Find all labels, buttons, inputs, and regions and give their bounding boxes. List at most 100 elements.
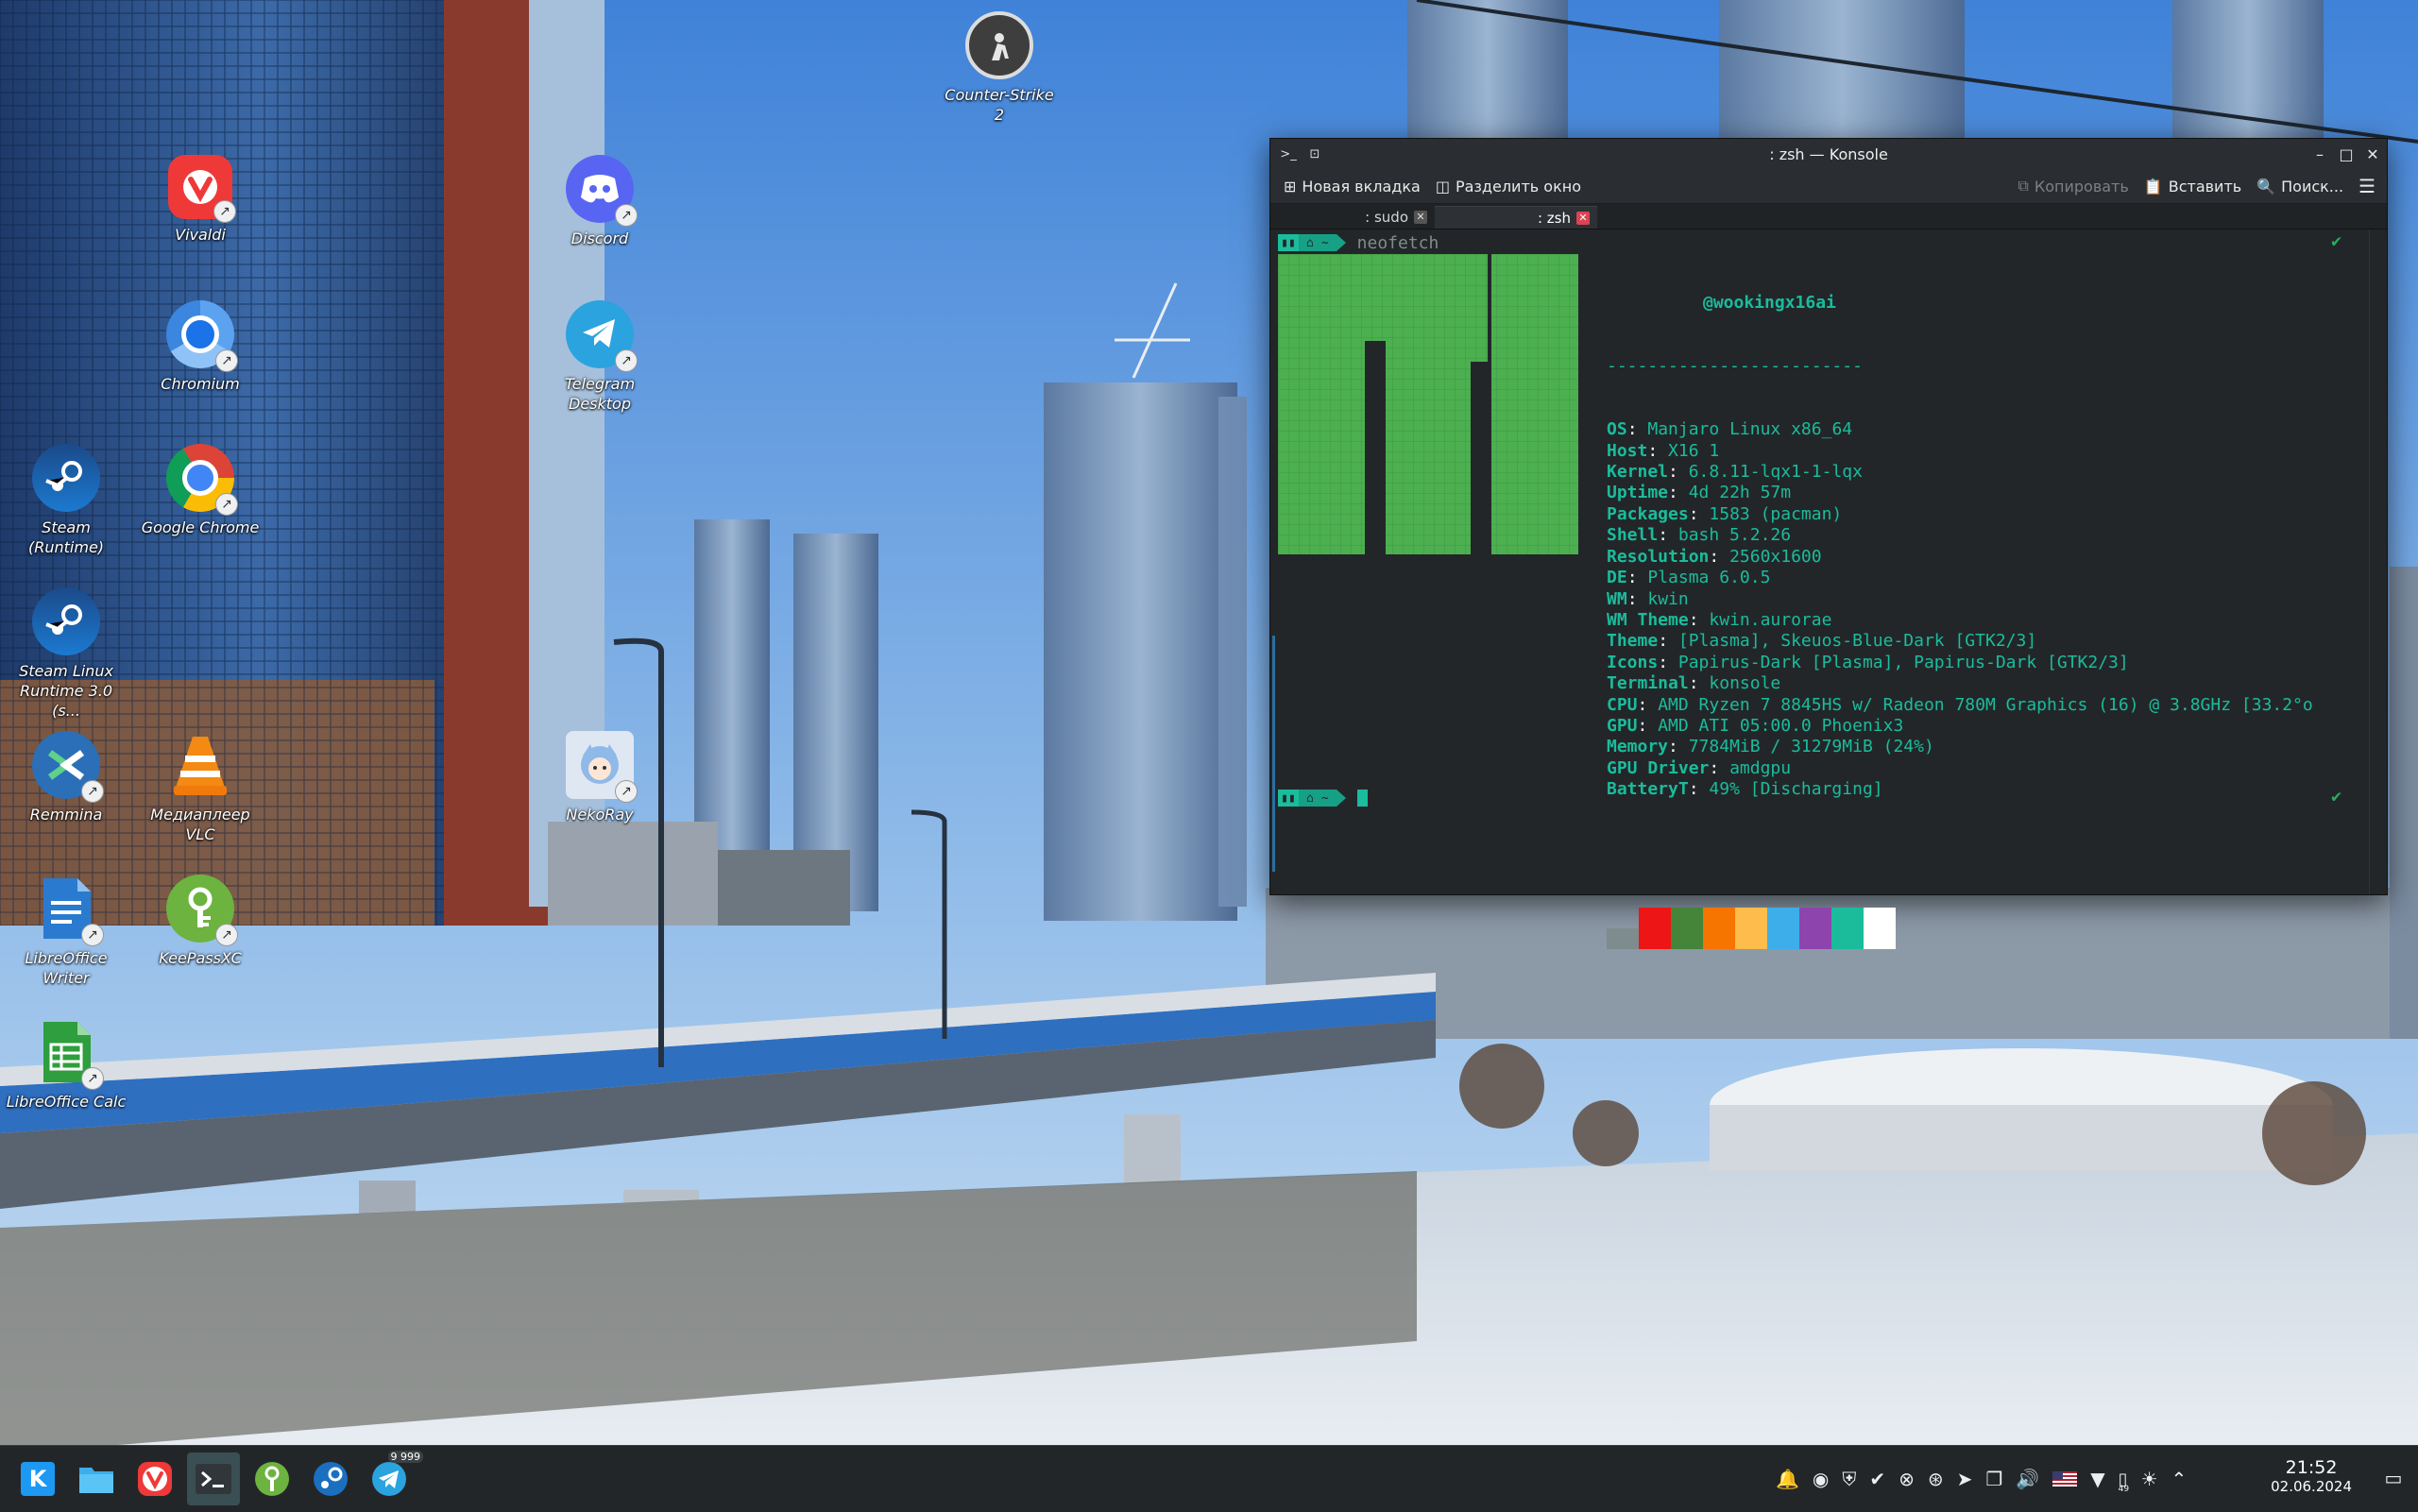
volume-icon[interactable]: 🔊 [2016, 1468, 2039, 1490]
window-titlebar[interactable]: >_ ⊡ : zsh — Konsole – □ ✕ [1270, 139, 2387, 169]
tab-label: : sudo [1365, 209, 1408, 226]
paste-button[interactable]: 📋 Вставить [2137, 172, 2249, 200]
info-key: GPU Driver [1607, 757, 1710, 778]
konsole-window[interactable]: >_ ⊡ : zsh — Konsole – □ ✕ ⊞ Новая вклад… [1269, 138, 2388, 950]
split-view-button[interactable]: ◫ Разделить окно [1428, 172, 1589, 200]
vpn-shield-icon[interactable]: ⛨ [1842, 1468, 1856, 1490]
tab-label: : zsh [1537, 209, 1571, 227]
tab-close-icon[interactable]: ✕ [1414, 211, 1427, 224]
show-desktop-button[interactable]: ▭ [2380, 1465, 2407, 1491]
neofetch-info-line: Icons: Papirus-Dark [Plasma], Papirus-Da… [1607, 652, 2129, 672]
info-key: Packages [1607, 503, 1689, 524]
konsole-toolbar: ⊞ Новая вкладка ◫ Разделить окно ⧉ Копир… [1270, 169, 2387, 204]
desktop-icon-keepassxc[interactable]: ↗ KeePassXC [139, 875, 262, 968]
desktop-icon-label: Vivaldi [175, 226, 226, 244]
taskbar-vivaldi[interactable] [128, 1453, 181, 1505]
clock-date: 02.06.2024 [2271, 1478, 2352, 1495]
desktop-icon-discord[interactable]: ↗ Discord [538, 155, 661, 248]
taskbar-steam[interactable] [304, 1453, 357, 1505]
copy-button[interactable]: ⧉ Копировать [2010, 172, 2136, 200]
updates-check-icon[interactable]: ✔ [1869, 1468, 1885, 1490]
terminal-area[interactable]: ▮▮ ⌂ ~ neofetch ✔ @wookingx16ai ---------… [1270, 229, 2370, 950]
info-value: konsole [1709, 673, 1781, 694]
desktop-icon-label: LibreOffice Writer [25, 949, 108, 987]
tab-zsh[interactable]: : zsh ✕ [1435, 206, 1597, 229]
neofetch-info-line: OS: Manjaro Linux x86_64 [1607, 419, 1853, 440]
keepassxc-icon: ↗ [166, 875, 238, 946]
desktop-icon-label: KeePassXC [159, 949, 242, 967]
info-key: CPU [1607, 694, 1638, 715]
paste-label: Вставить [2168, 177, 2242, 195]
minimize-button[interactable]: – [2309, 144, 2330, 163]
system-tray: 🔔 ◉ ⛨ ✔ ⊗ ⊛ ➤ ❐ 🔊 ▼ ▯ 49 ☀ ⌃ [1776, 1446, 2187, 1512]
desktop-icon-nekoray[interactable]: ↗ NekoRay [538, 731, 661, 824]
desktop-icon-counter-strike-2[interactable]: Counter-Strike 2 [938, 11, 1061, 125]
network-wifi-icon[interactable]: ▼ [2090, 1468, 2104, 1490]
keyboard-layout-flag-icon[interactable] [2052, 1471, 2078, 1487]
desktop-icon-steam-runtime[interactable]: Steam (Runtime) [5, 444, 128, 557]
writer-icon: ↗ [32, 875, 104, 946]
palette-swatch [1671, 908, 1703, 950]
tab-sudo[interactable]: : sudo ✕ [1272, 206, 1435, 229]
desktop-icon-libreoffice-writer[interactable]: ↗ LibreOffice Writer [5, 875, 128, 988]
desktop-icon-libreoffice-calc[interactable]: ↗ LibreOffice Calc [5, 1018, 128, 1112]
taskbar-panel: K 9 999 🔔 ◉ ⛨ ✔ ⊗ ⊛ ➤ ❐ 🔊 ▼ ▯ 49 ☀ ⌃ 21:5… [0, 1445, 2418, 1512]
clipboard-icon[interactable]: ❐ [1985, 1468, 2002, 1490]
palette-swatch [1767, 908, 1799, 950]
desktop-icon-label: Discord [570, 229, 629, 247]
taskbar-konsole[interactable] [187, 1453, 240, 1505]
new-tab-button[interactable]: ⊞ Новая вкладка [1276, 172, 1428, 200]
info-value: Papirus-Dark [Plasma], Papirus-Dark [GTK… [1677, 652, 2129, 672]
neofetch-info-line: Memory: 7784MiB / 31279MiB (24%) [1607, 737, 1934, 757]
steam-tray-icon[interactable]: ⊛ [1928, 1468, 1944, 1490]
kde-launcher-icon: K [21, 1462, 55, 1496]
info-value: AMD ATI 05:00.0 Phoenix3 [1658, 715, 1904, 736]
calc-icon: ↗ [32, 1018, 104, 1090]
info-key: Terminal [1607, 673, 1689, 694]
discord-tray-icon[interactable]: ◉ [1813, 1468, 1829, 1490]
notifications-bell-icon[interactable]: 🔔 [1776, 1468, 1799, 1490]
desktop-icon-label: Chromium [161, 375, 240, 393]
desktop-icon-steam-linux-runtime[interactable]: Steam Linux Runtime 3.0 (s... [5, 587, 128, 721]
neofetch-output: @wookingx16ai ------------------------- … [1607, 250, 2313, 992]
neofetch-info-line: Resolution: 2560x1600 [1607, 546, 1822, 567]
chrome-icon: ↗ [166, 444, 238, 516]
taskbar-telegram[interactable]: 9 999 [363, 1451, 423, 1505]
brightness-icon[interactable]: ☀ [2141, 1468, 2158, 1490]
info-value: [Plasma], Skeuos-Blue-Dark [GTK2/3] [1677, 631, 2037, 652]
tray-expand-arrow-icon[interactable]: ⌃ [2171, 1468, 2188, 1490]
desktop-icon-vivaldi[interactable]: ↗ Vivaldi [139, 155, 262, 245]
digital-clock[interactable]: 21:52 02.06.2024 [2271, 1457, 2352, 1495]
nekoray-icon: ↗ [566, 731, 638, 803]
prompt-path: ~ [1320, 790, 1329, 806]
shell-prompt: ▮▮ ⌂ ~ neofetch [1278, 233, 1439, 253]
taskbar-keepassxc[interactable] [246, 1453, 298, 1505]
search-label: Поиск... [2281, 177, 2344, 195]
desktop-icon-label: Counter-Strike 2 [945, 86, 1054, 124]
terminal-scrollbar[interactable] [2369, 229, 2387, 894]
taskbar-file-manager[interactable] [70, 1453, 123, 1505]
desktop-icon-google-chrome[interactable]: ↗ Google Chrome [139, 444, 262, 537]
battery-level: 49 [2118, 1484, 2130, 1494]
desktop-icon-vlc[interactable]: Медиаплеер VLC [139, 731, 262, 844]
info-value: 49% [Discharging] [1709, 779, 1883, 800]
info-key: Shell [1607, 525, 1659, 546]
info-key: WM [1607, 588, 1627, 609]
tab-close-icon[interactable]: ✕ [1576, 211, 1590, 225]
hamburger-menu-button[interactable]: ☰ [2351, 172, 2383, 200]
remmina-tray-icon[interactable]: ⊗ [1899, 1468, 1915, 1490]
palette-swatch [1799, 908, 1831, 950]
desktop-icon-chromium[interactable]: ↗ Chromium [139, 300, 262, 394]
desktop-icon-remmina[interactable]: ↗ Remmina [5, 731, 128, 824]
text-cursor [1356, 790, 1368, 807]
desktop-icon-telegram[interactable]: ↗ Telegram Desktop [538, 300, 661, 414]
application-launcher-button[interactable]: K [11, 1453, 64, 1505]
desktop-icon-label: LibreOffice Calc [6, 1093, 127, 1111]
info-value: Plasma 6.0.5 [1647, 568, 1771, 588]
new-tab-icon: ⊞ [1284, 177, 1297, 195]
battery-icon[interactable]: ▯ 49 [2119, 1470, 2129, 1494]
close-button[interactable]: ✕ [2362, 144, 2383, 163]
telegram-tray-icon[interactable]: ➤ [1957, 1468, 1973, 1490]
maximize-button[interactable]: □ [2336, 144, 2357, 163]
search-button[interactable]: 🔍 Поиск... [2249, 172, 2351, 200]
